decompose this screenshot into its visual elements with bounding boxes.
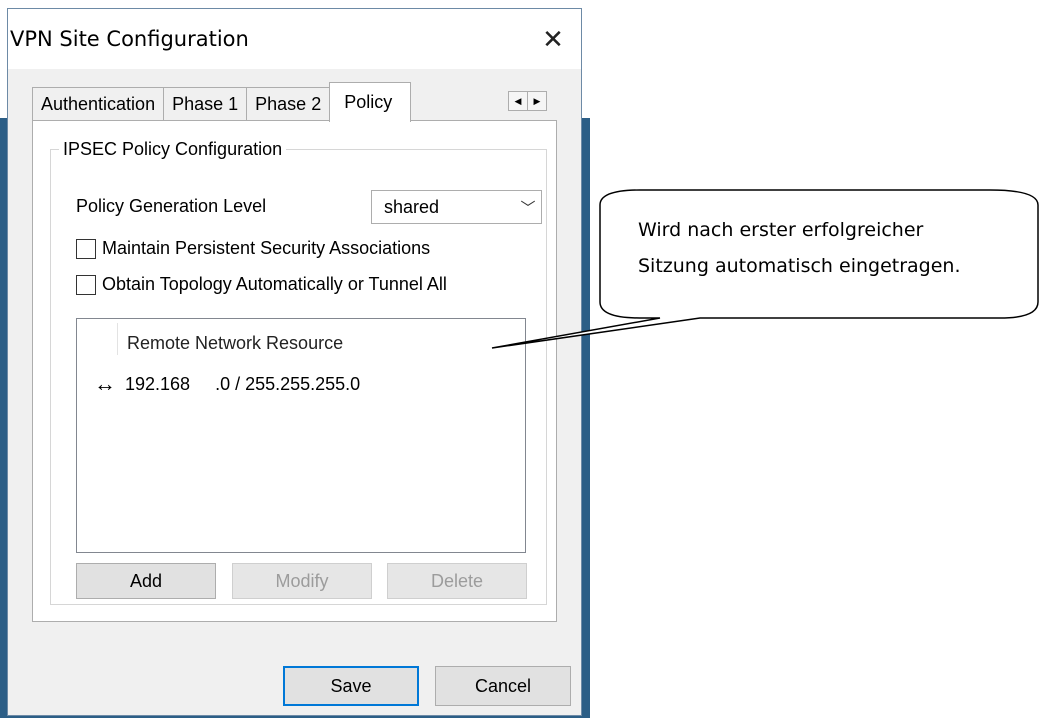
tab-policy[interactable]: Policy [329, 82, 412, 122]
callout-line-1: Wird nach erster erfolgreicher [638, 219, 924, 241]
callout-bubble [491, 189, 1039, 349]
callout-text: Wird nach erster erfolgreicher Sitzung a… [638, 212, 1028, 284]
callout-line-2: Sitzung automatisch eingetragen. [638, 255, 961, 277]
